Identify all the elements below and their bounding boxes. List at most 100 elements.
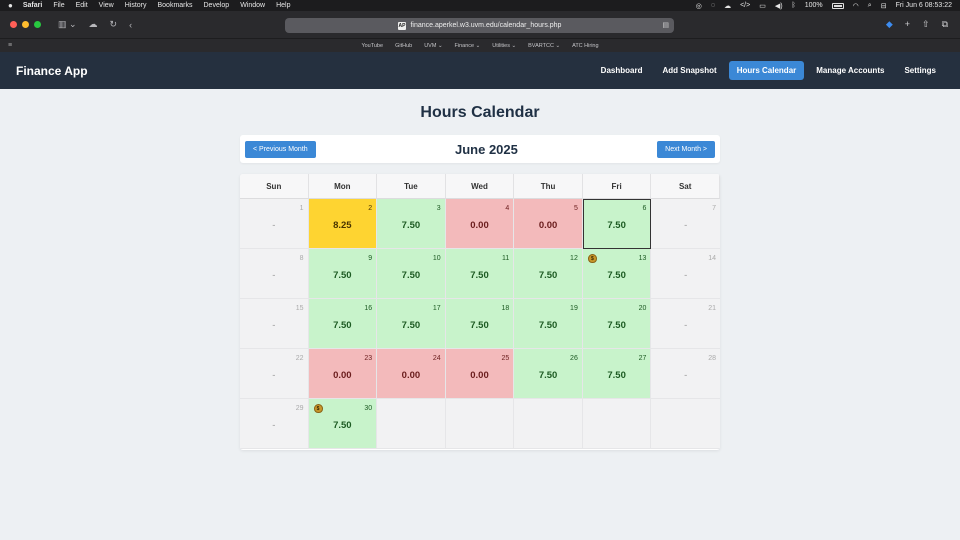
day-cell[interactable]: $13 7.50: [582, 249, 652, 299]
bookmarks-menu-icon[interactable]: ≡: [8, 42, 12, 49]
day-cell[interactable]: 1-: [240, 199, 309, 249]
nav-hours-calendar[interactable]: Hours Calendar: [728, 61, 805, 80]
day-cell[interactable]: 26 7.50: [514, 349, 583, 399]
day-cell[interactable]: 19 7.50: [514, 299, 583, 349]
wifi-alt-icon[interactable]: ◌: [711, 2, 715, 9]
page-title: Hours Calendar: [420, 104, 540, 121]
day-hours: 7.50: [607, 220, 626, 231]
zoom-window-button[interactable]: [34, 21, 41, 28]
cloud-icon[interactable]: ☁: [724, 2, 731, 10]
bookmark-youtube[interactable]: YouTube: [361, 43, 383, 49]
day-cell[interactable]: 22 -: [240, 349, 309, 399]
address-bar[interactable]: AP finance.aperkel.w3.uvm.edu/calendar_h…: [285, 18, 674, 33]
day-cell[interactable]: 21 -: [651, 299, 720, 349]
menu-bookmarks[interactable]: Bookmarks: [157, 2, 192, 9]
bookmark-utilities[interactable]: Utilities ⌄: [492, 43, 516, 49]
day-cell[interactable]: 9 7.50: [308, 249, 378, 299]
close-window-button[interactable]: [10, 21, 17, 28]
day-cell[interactable]: 7-: [651, 199, 720, 249]
menu-develop[interactable]: Develop: [204, 2, 230, 9]
status-icon[interactable]: ◎: [696, 2, 702, 10]
day-number: 10: [432, 255, 441, 262]
day-cell[interactable]: $30 7.50: [308, 399, 378, 449]
day-cell[interactable]: 25 0.00: [445, 349, 515, 399]
day-cell[interactable]: 2 8.25: [308, 199, 378, 249]
menu-view[interactable]: View: [99, 2, 114, 9]
day-cell[interactable]: 23 0.00: [308, 349, 378, 399]
nav-dashboard[interactable]: Dashboard: [593, 61, 651, 80]
share-icon[interactable]: ⇧: [922, 19, 930, 30]
day-cell[interactable]: 12 7.50: [514, 249, 583, 299]
day-cell[interactable]: 11 7.50: [445, 249, 515, 299]
day-hours: 7.50: [607, 320, 626, 331]
control-center-icon[interactable]: ⊟: [881, 2, 887, 10]
day-cell[interactable]: 27 7.50: [582, 349, 652, 399]
previous-month-button[interactable]: < Previous Month: [245, 140, 316, 158]
menu-window[interactable]: Window: [240, 2, 265, 9]
day-cell[interactable]: 14 -: [651, 249, 720, 299]
search-icon[interactable]: ⌕: [868, 2, 872, 10]
menu-app-name[interactable]: Safari: [23, 2, 42, 9]
battery-icon[interactable]: [831, 2, 844, 9]
day-number: 14: [708, 255, 716, 262]
day-cell[interactable]: 8-: [240, 249, 309, 299]
day-cell[interactable]: 15 -: [240, 299, 309, 349]
code-icon[interactable]: </>: [740, 2, 750, 9]
app-navbar: Finance App Dashboard Add Snapshot Hours…: [0, 52, 960, 89]
day-cell[interactable]: 17 7.50: [377, 299, 446, 349]
day-cell[interactable]: 16 7.50: [308, 299, 378, 349]
day-cell[interactable]: 6 7.50: [582, 199, 652, 249]
day-number: 8: [299, 255, 304, 262]
apple-icon[interactable]: ●: [8, 1, 13, 10]
url-text[interactable]: finance.aperkel.w3.uvm.edu/calendar_hour…: [410, 22, 561, 29]
day-number: 28: [708, 355, 716, 362]
app-brand[interactable]: Finance App: [16, 64, 88, 78]
day-hours: 0.00: [333, 370, 352, 381]
month-navigation: < Previous Month June 2025 Next Month >: [240, 135, 720, 163]
menubar-datetime[interactable]: Fri Jun 6 08:53:22: [896, 2, 952, 9]
day-number: 9: [368, 255, 373, 262]
shield-icon[interactable]: ◆: [886, 19, 893, 30]
icloud-tabs-icon[interactable]: ☁: [89, 19, 98, 30]
nav-settings[interactable]: Settings: [896, 61, 944, 80]
day-cell[interactable]: 29 -: [240, 399, 309, 449]
day-cell[interactable]: 4 0.00: [445, 199, 515, 249]
day-cell[interactable]: 10 7.50: [377, 249, 446, 299]
tab-overview-icon[interactable]: ⧉: [942, 19, 948, 30]
next-month-button[interactable]: Next Month >: [657, 140, 715, 158]
reload-icon[interactable]: ↻: [110, 19, 118, 30]
bookmark-github[interactable]: GitHub: [395, 43, 412, 49]
day-cell[interactable]: 5 0.00: [514, 199, 583, 249]
display-icon[interactable]: ▭: [759, 2, 766, 10]
day-hours: 7.50: [401, 320, 421, 331]
new-tab-icon[interactable]: +: [905, 19, 910, 30]
bluetooth-icon[interactable]: ᛒ: [792, 2, 796, 9]
bookmark-atc-hiring[interactable]: ATC Hiring: [572, 43, 599, 49]
bookmark-finance[interactable]: Finance ⌄: [455, 43, 481, 49]
menu-file[interactable]: File: [53, 2, 64, 9]
day-cell[interactable]: 28 -: [651, 349, 720, 399]
day-cell[interactable]: 24 0.00: [377, 349, 446, 399]
day-cell[interactable]: 3 7.50: [377, 199, 446, 249]
volume-icon[interactable]: ◀): [775, 2, 783, 10]
menu-edit[interactable]: Edit: [76, 2, 88, 9]
day-hours: -: [272, 220, 276, 231]
day-cell[interactable]: 18 7.50: [445, 299, 515, 349]
minimize-window-button[interactable]: [22, 21, 29, 28]
menu-history[interactable]: History: [125, 2, 147, 9]
day-number: 7: [712, 205, 716, 212]
day-hours: 7.50: [538, 270, 558, 281]
menu-help[interactable]: Help: [276, 2, 290, 9]
day-hours: -: [684, 370, 688, 381]
weekday-header: Wed: [445, 174, 515, 199]
nav-add-snapshot[interactable]: Add Snapshot: [654, 61, 724, 80]
day-cell[interactable]: 20 7.50: [582, 299, 652, 349]
wifi-icon[interactable]: ◠: [853, 2, 859, 10]
sidebar-icon[interactable]: ▥ ⌄: [58, 19, 77, 30]
reader-icon[interactable]: ▤: [662, 21, 669, 29]
back-icon[interactable]: ‹: [129, 20, 132, 30]
bookmark-uvm[interactable]: UVM ⌄: [424, 43, 442, 49]
nav-manage-accounts[interactable]: Manage Accounts: [808, 61, 892, 80]
weekday-header: Sun: [240, 174, 309, 199]
bookmark-bvartcc[interactable]: BVARTCC ⌄: [528, 43, 560, 49]
